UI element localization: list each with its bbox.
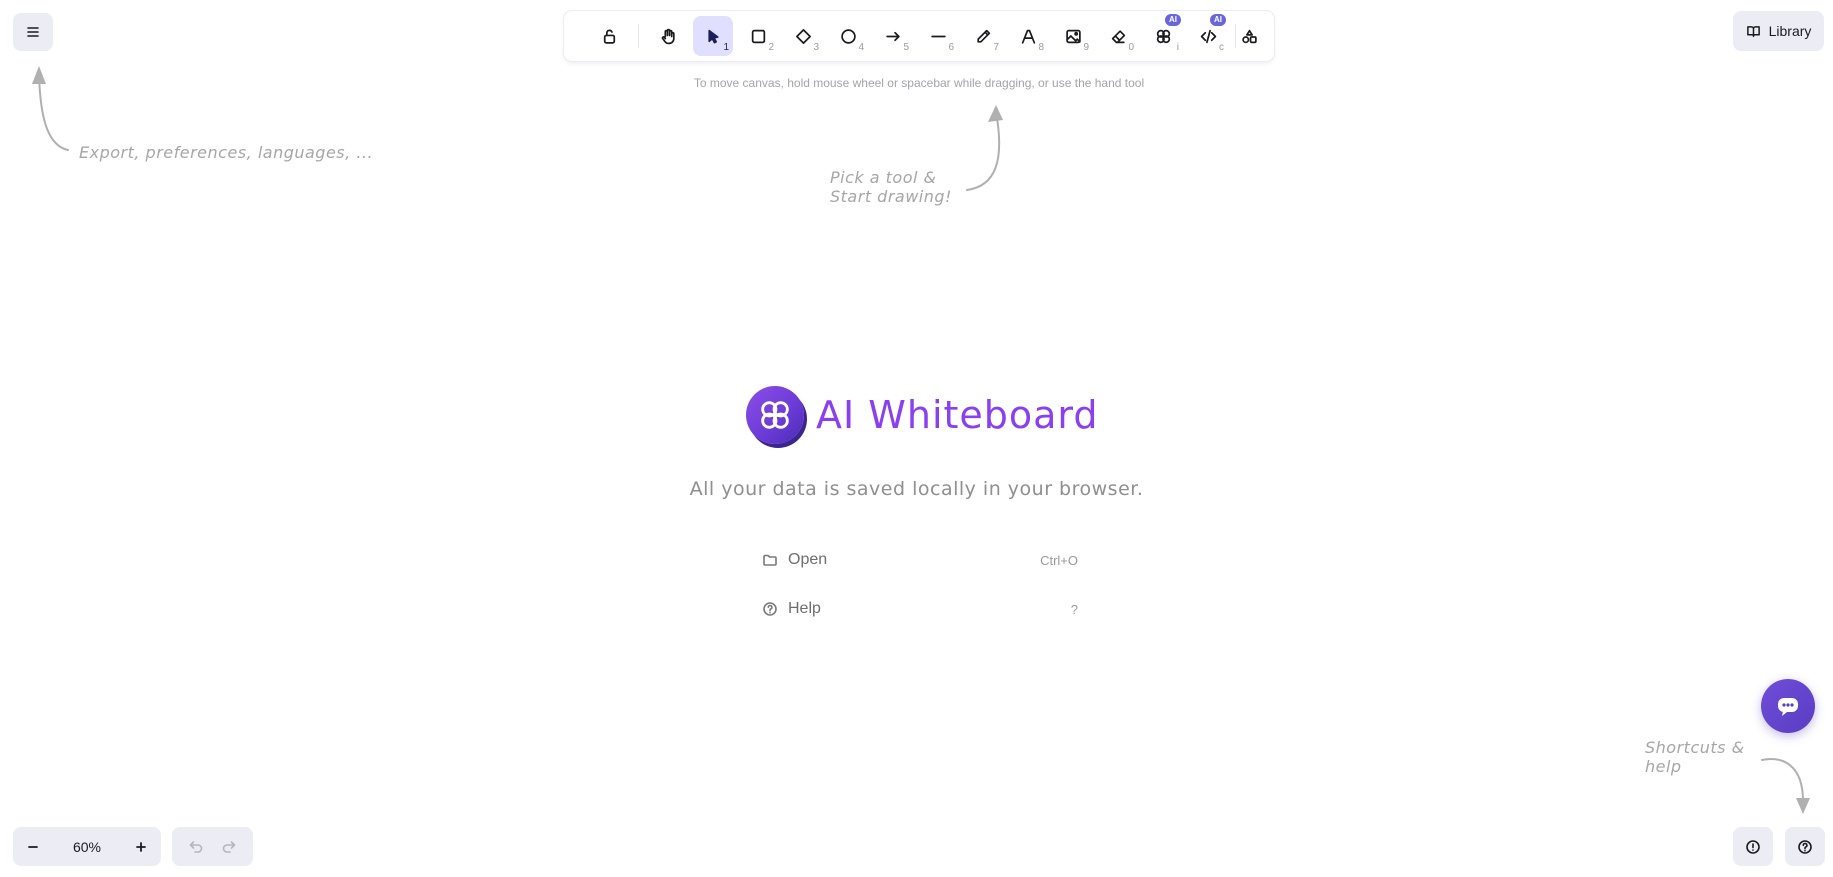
- open-label: Open: [788, 551, 828, 568]
- hand-icon: [661, 28, 675, 44]
- tool-eraser[interactable]: 0: [1098, 16, 1138, 56]
- tool-key: 0: [1128, 42, 1134, 53]
- line-icon: [930, 35, 946, 37]
- help-hint-line2: help: [1645, 757, 1682, 776]
- stats-button[interactable]: [1733, 827, 1773, 866]
- folder-icon: [763, 554, 777, 566]
- chat-icon: [1778, 698, 1798, 716]
- minus-icon: [28, 845, 38, 848]
- tool-lock[interactable]: [589, 16, 629, 56]
- toolbar-hint-line1: Pick a tool &: [830, 168, 937, 187]
- toolbar-divider: [638, 24, 639, 48]
- redo-icon[interactable]: [221, 839, 237, 855]
- ai-badge: AI: [1210, 14, 1226, 26]
- main-menu-button[interactable]: [13, 13, 53, 51]
- pointer-icon: [707, 29, 719, 44]
- rectangle-icon: [751, 29, 765, 43]
- shapes-toolbar: 1 2 3 4 5 6 7 8 9 0 AI i AI c: [564, 11, 1274, 61]
- whiteboard-canvas[interactable]: 1 2 3 4 5 6 7 8 9 0 AI i AI c To move ca…: [0, 0, 1833, 877]
- tool-ai-generate[interactable]: AI i: [1143, 14, 1183, 56]
- eraser-icon: [1111, 29, 1125, 43]
- toolbar-hint-line2: Start drawing!: [830, 187, 952, 206]
- question-icon: [763, 602, 777, 616]
- zoom-in-button[interactable]: [121, 827, 161, 866]
- tool-draw[interactable]: 7: [963, 16, 1003, 56]
- help-hint-arrow: [1761, 758, 1810, 814]
- circle-icon: [840, 28, 856, 44]
- welcome-tagline: All your data is saved locally in your b…: [689, 478, 1144, 500]
- help-button[interactable]: [1785, 827, 1825, 866]
- zoom-controls: 60%: [13, 827, 161, 866]
- menu-hint-arrow: [32, 66, 69, 151]
- tool-key: 3: [813, 42, 819, 53]
- unlock-icon: [603, 29, 615, 44]
- welcome-open-button[interactable]: Open Ctrl+O: [762, 543, 1078, 577]
- code-icon: [1200, 29, 1216, 43]
- app-logo: AI Whiteboard: [746, 386, 1099, 444]
- welcome-help-button[interactable]: Help ?: [762, 592, 1078, 626]
- text-icon: [1021, 29, 1035, 44]
- app-title: AI Whiteboard: [816, 393, 1099, 437]
- tool-ellipse[interactable]: 4: [828, 16, 868, 56]
- tool-diamond[interactable]: 3: [783, 16, 823, 56]
- arrow-right-icon: [885, 31, 900, 41]
- library-label: Library: [1768, 23, 1812, 39]
- hamburger-icon: [27, 27, 39, 37]
- tool-key: c: [1219, 42, 1224, 53]
- zoom-out-button[interactable]: [13, 827, 53, 866]
- plus-icon: [136, 841, 146, 852]
- image-icon: [1065, 29, 1081, 43]
- logo-icon: [746, 386, 804, 444]
- tool-selection[interactable]: 1: [693, 16, 733, 56]
- question-icon: [1798, 839, 1812, 854]
- tool-key: 5: [903, 42, 909, 53]
- help-hint-line1: Shortcuts &: [1645, 738, 1745, 757]
- tool-image[interactable]: 9: [1053, 16, 1093, 56]
- shapes-icon: [1241, 29, 1257, 43]
- help-label: Help: [788, 600, 821, 617]
- tool-ai-code[interactable]: AI c: [1188, 14, 1228, 56]
- undo-redo-controls: [172, 827, 253, 866]
- open-shortcut: Ctrl+O: [1040, 552, 1078, 568]
- zoom-reset-value[interactable]: 60%: [53, 839, 121, 855]
- library-button[interactable]: Library: [1733, 11, 1824, 51]
- tool-key: 8: [1038, 42, 1044, 53]
- tool-text[interactable]: 8: [1008, 16, 1048, 56]
- tool-line[interactable]: 6: [918, 16, 958, 56]
- tool-arrow[interactable]: 5: [873, 16, 913, 56]
- tool-key: i: [1176, 42, 1179, 53]
- tool-key: 9: [1083, 42, 1089, 53]
- ai-badge: AI: [1165, 14, 1181, 26]
- diamond-icon: [795, 28, 811, 44]
- tool-key: 7: [993, 42, 999, 53]
- info-icon: [1746, 839, 1760, 854]
- tool-key: 2: [768, 42, 774, 53]
- tool-rectangle[interactable]: 2: [738, 16, 778, 56]
- canvas-hint-text: To move canvas, hold mouse wheel or spac…: [693, 76, 1145, 90]
- toolbar-hint-arrow: [966, 105, 1003, 191]
- book-icon: [1746, 25, 1760, 37]
- menu-hint-text: Export, preferences, languages, ...: [79, 143, 374, 162]
- tool-key: 4: [858, 42, 864, 53]
- tool-hand[interactable]: [648, 16, 688, 56]
- tool-key: 1: [723, 42, 729, 53]
- help-shortcut: ?: [1070, 601, 1078, 617]
- brain-icon: [1156, 29, 1170, 43]
- pencil-icon: [976, 29, 990, 43]
- chat-assistant-button[interactable]: [1761, 679, 1815, 733]
- tool-key: 6: [948, 42, 954, 53]
- more-tools-button[interactable]: [1229, 16, 1269, 56]
- undo-icon[interactable]: [188, 839, 204, 855]
